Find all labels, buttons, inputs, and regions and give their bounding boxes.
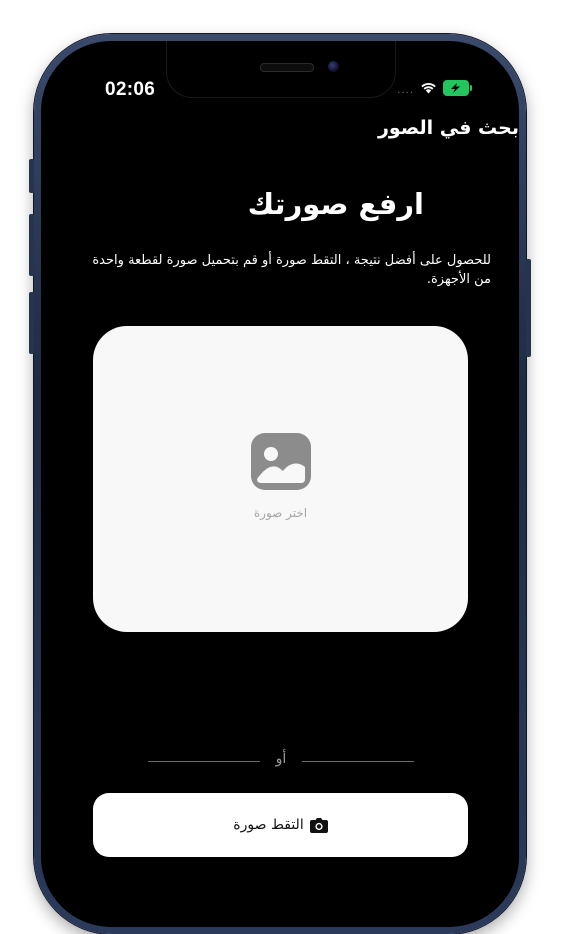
wifi-icon [421,82,436,94]
status-indicators: .... [397,79,472,96]
camera-icon [309,817,328,833]
take-photo-button[interactable]: التقط صورة [93,793,468,857]
signal-icon: .... [397,85,414,96]
earpiece-speaker [260,63,314,72]
image-icon [251,433,311,490]
front-camera [328,61,339,72]
image-upload-area[interactable]: اختر صورة [93,326,468,632]
phone-screen: 02:06 .... بحث في الصور ارفع صورتك للحصو… [41,41,519,927]
choose-image-label: اختر صورة [253,506,308,520]
page-description: للحصول على أفضل نتيجة ، التقط صورة أو قم… [92,253,491,287]
battery-charging-icon [443,79,472,96]
power-button [526,259,531,357]
page-title: ارفع صورتك [247,187,424,221]
status-time: 02:06 [105,79,156,100]
take-photo-label: التقط صورة [233,817,304,833]
volume-down-button [29,292,34,354]
volume-up-button [29,214,34,276]
mute-switch [29,159,34,193]
phone-frame: 02:06 .... بحث في الصور ارفع صورتك للحصو… [29,34,531,934]
nav-title: بحث في الصور [377,117,519,139]
notch [166,41,396,98]
or-label: أو [275,751,287,767]
or-divider: أو [148,751,414,771]
